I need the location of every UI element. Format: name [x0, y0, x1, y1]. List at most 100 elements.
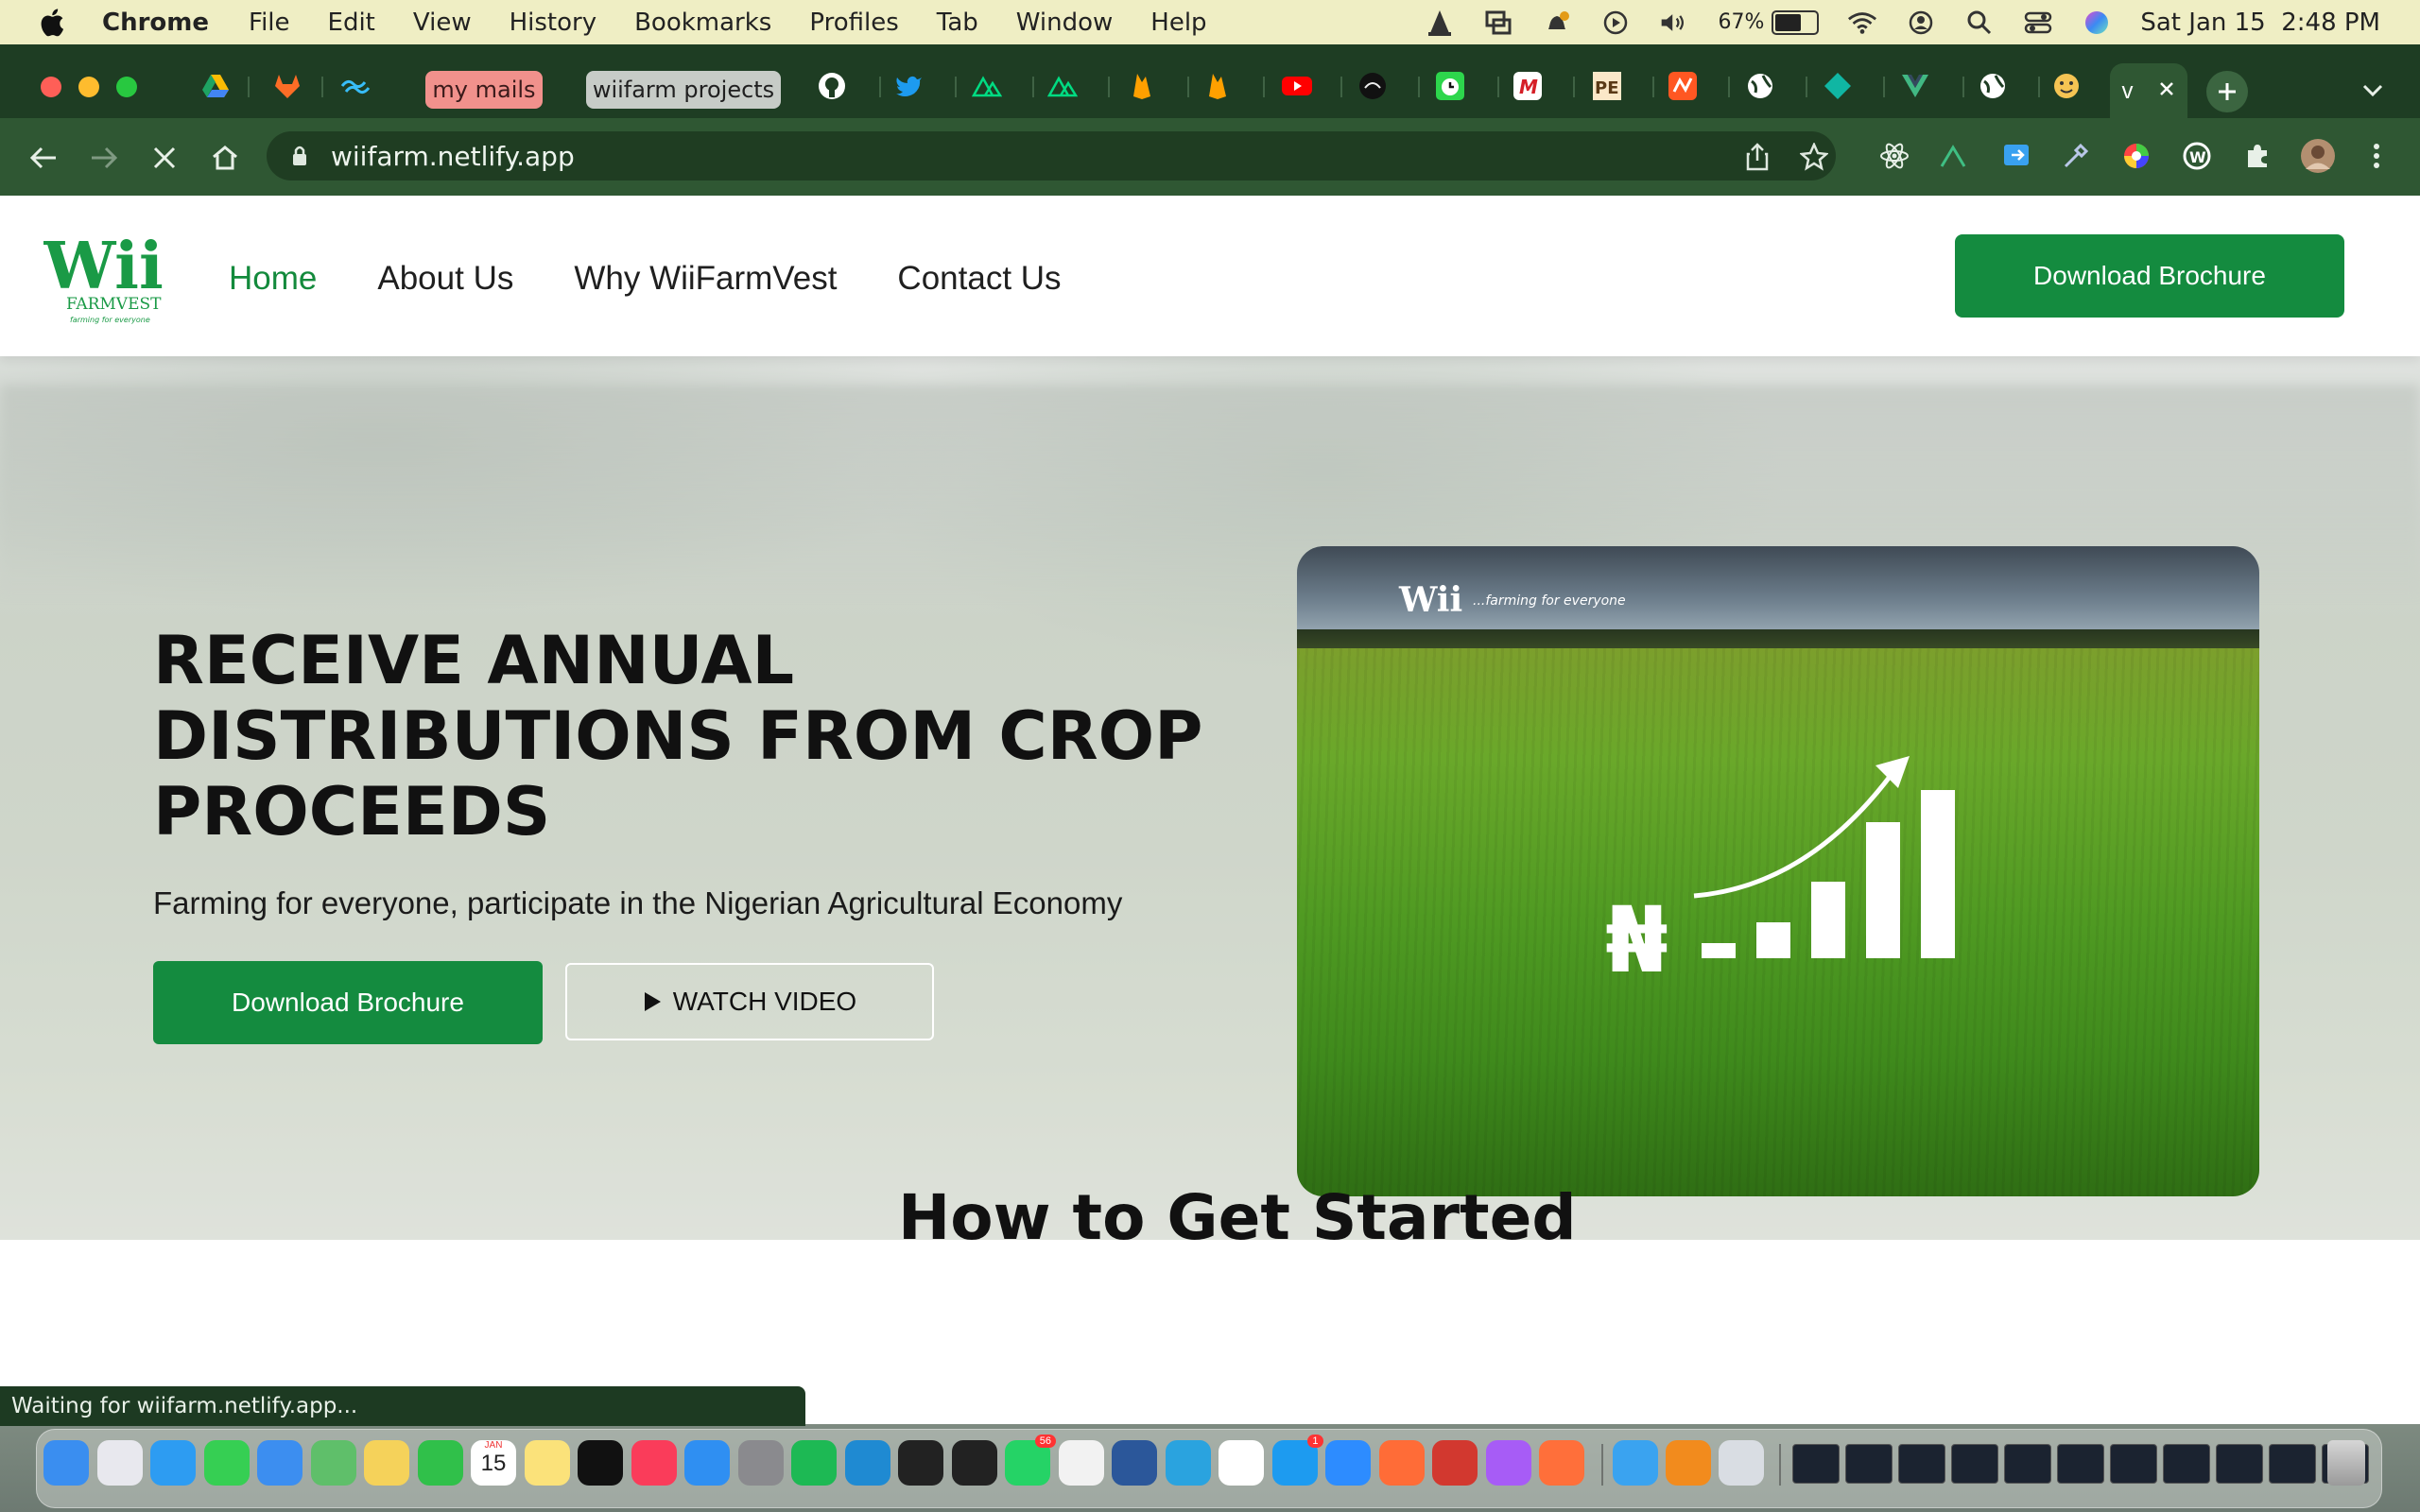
wappalyzer-icon[interactable]: W: [2178, 137, 2216, 175]
messenger-icon[interactable]: [1485, 1440, 1531, 1486]
home-button[interactable]: [206, 139, 244, 177]
bookmark-star-icon[interactable]: [1799, 141, 1829, 176]
menu-tab[interactable]: Tab: [937, 9, 978, 37]
volume-icon[interactable]: [1659, 8, 1689, 38]
nuxt-icon[interactable]: [970, 69, 1004, 103]
gem-icon[interactable]: [1821, 69, 1855, 103]
youtube-icon[interactable]: [1280, 69, 1314, 103]
nav-home[interactable]: Home: [229, 260, 317, 298]
nuxt-icon[interactable]: [1046, 69, 1080, 103]
vlc-menubar-icon[interactable]: [1425, 8, 1455, 38]
screenshot-extension-icon[interactable]: [1998, 137, 2036, 175]
profile-avatar[interactable]: [2299, 137, 2337, 175]
app-store-icon[interactable]: [684, 1440, 730, 1486]
activity-monitor-icon[interactable]: [951, 1440, 997, 1486]
spotify-icon[interactable]: [791, 1440, 837, 1486]
screen-share-app-icon[interactable]: [1613, 1440, 1658, 1486]
firebase-icon[interactable]: [1125, 69, 1159, 103]
chrome-icon[interactable]: [1058, 1440, 1104, 1486]
minimized-window[interactable]: [2057, 1444, 2104, 1484]
tailwind-icon[interactable]: [338, 69, 372, 103]
clock-datetime[interactable]: Sat Jan 15 2:48 PM: [2140, 9, 2380, 37]
vlc-icon[interactable]: [1666, 1440, 1711, 1486]
terminal-icon[interactable]: [898, 1440, 943, 1486]
color-picker-icon[interactable]: [2118, 137, 2155, 175]
watch-video-button[interactable]: WATCH VIDEO: [565, 963, 934, 1040]
new-tab-button[interactable]: [2206, 71, 2248, 112]
site-logo[interactable]: Wii FARMVEST farming for everyone: [43, 229, 172, 326]
forward-button[interactable]: [85, 139, 123, 177]
menu-view[interactable]: View: [413, 9, 472, 37]
minimized-window[interactable]: [1951, 1444, 1998, 1484]
minimized-window[interactable]: [1898, 1444, 1945, 1484]
battery-indicator[interactable]: 67%: [1718, 9, 1820, 35]
globe-icon[interactable]: [1743, 69, 1777, 103]
eyedropper-icon[interactable]: [2057, 137, 2095, 175]
mail-icon[interactable]: [257, 1440, 302, 1486]
spotlight-search-icon[interactable]: [1964, 8, 1995, 38]
notification-bell-icon[interactable]: [1542, 8, 1572, 38]
header-download-brochure-button[interactable]: Download Brochure: [1955, 234, 2344, 318]
telegram-icon[interactable]: [1165, 1440, 1211, 1486]
screen-share-icon[interactable]: [1483, 8, 1513, 38]
tab-wiifarm-active[interactable]: v: [2110, 63, 2187, 120]
calendar-icon[interactable]: JAN 15: [471, 1440, 516, 1486]
back-button[interactable]: [25, 139, 62, 177]
stop-loading-button[interactable]: [146, 139, 183, 177]
vscode-icon[interactable]: [844, 1440, 890, 1486]
globe-icon[interactable]: [1976, 69, 2010, 103]
word-icon[interactable]: [1112, 1440, 1157, 1486]
tab-wiifarm-projects[interactable]: wiifarm projects: [586, 71, 781, 109]
url-text[interactable]: wiifarm.netlify.app: [331, 141, 575, 172]
messages-icon[interactable]: [203, 1440, 250, 1486]
safari-icon[interactable]: [150, 1440, 196, 1486]
preview-icon[interactable]: [1719, 1440, 1764, 1486]
app-menu-chrome[interactable]: Chrome: [102, 9, 209, 37]
react-devtools-icon[interactable]: [1876, 137, 1913, 175]
maps-icon[interactable]: [310, 1440, 356, 1486]
system-preferences-icon[interactable]: [737, 1440, 784, 1486]
twitter-app-icon[interactable]: 1: [1271, 1435, 1323, 1486]
menu-file[interactable]: File: [249, 9, 290, 37]
minimized-window[interactable]: [2269, 1444, 2316, 1484]
finder-icon[interactable]: [43, 1440, 89, 1486]
minimized-window[interactable]: [2216, 1444, 2263, 1484]
app-icon[interactable]: PE: [1590, 69, 1624, 103]
app-icon[interactable]: [1666, 69, 1700, 103]
zoom-window-button[interactable]: [116, 77, 137, 97]
whatsapp-icon[interactable]: 56: [1005, 1435, 1056, 1486]
nav-about-us[interactable]: About Us: [377, 260, 513, 298]
minimized-window[interactable]: [2110, 1444, 2157, 1484]
tab-search-button[interactable]: [2361, 78, 2384, 105]
minimize-window-button[interactable]: [78, 77, 99, 97]
clock-icon[interactable]: [1433, 69, 1467, 103]
screen-recorder-icon[interactable]: [1539, 1440, 1584, 1486]
emoji-icon[interactable]: [2049, 69, 2083, 103]
user-account-icon[interactable]: [1906, 8, 1936, 38]
tab-my-mails[interactable]: my mails: [425, 71, 543, 109]
play-circle-icon[interactable]: [1600, 8, 1631, 38]
hero-download-brochure-button[interactable]: Download Brochure: [153, 961, 543, 1044]
minimized-window[interactable]: [2163, 1444, 2210, 1484]
zoom-icon[interactable]: [1325, 1440, 1371, 1486]
menu-history[interactable]: History: [510, 9, 597, 37]
control-center-icon[interactable]: [2023, 8, 2053, 38]
music-icon[interactable]: [631, 1440, 677, 1486]
app-icon[interactable]: M: [1511, 69, 1545, 103]
gitlab-icon[interactable]: [270, 69, 304, 103]
chrome-menu-icon[interactable]: [2358, 137, 2395, 175]
facetime-icon[interactable]: [417, 1440, 463, 1486]
minimized-window[interactable]: [1792, 1444, 1840, 1484]
share-icon[interactable]: [1745, 143, 1770, 176]
photos-icon[interactable]: [364, 1440, 409, 1486]
address-bar[interactable]: wiifarm.netlify.app: [267, 131, 1836, 180]
wifi-icon[interactable]: [1847, 8, 1877, 38]
vue-devtools-icon[interactable]: [1936, 137, 1974, 175]
nav-contact-us[interactable]: Contact Us: [897, 260, 1061, 298]
minimized-window[interactable]: [2004, 1444, 2051, 1484]
firebase-icon[interactable]: [1201, 69, 1235, 103]
twitter-icon[interactable]: [892, 69, 926, 103]
menu-bookmarks[interactable]: Bookmarks: [634, 9, 771, 37]
lock-icon[interactable]: [291, 145, 308, 172]
close-window-button[interactable]: [41, 77, 61, 97]
